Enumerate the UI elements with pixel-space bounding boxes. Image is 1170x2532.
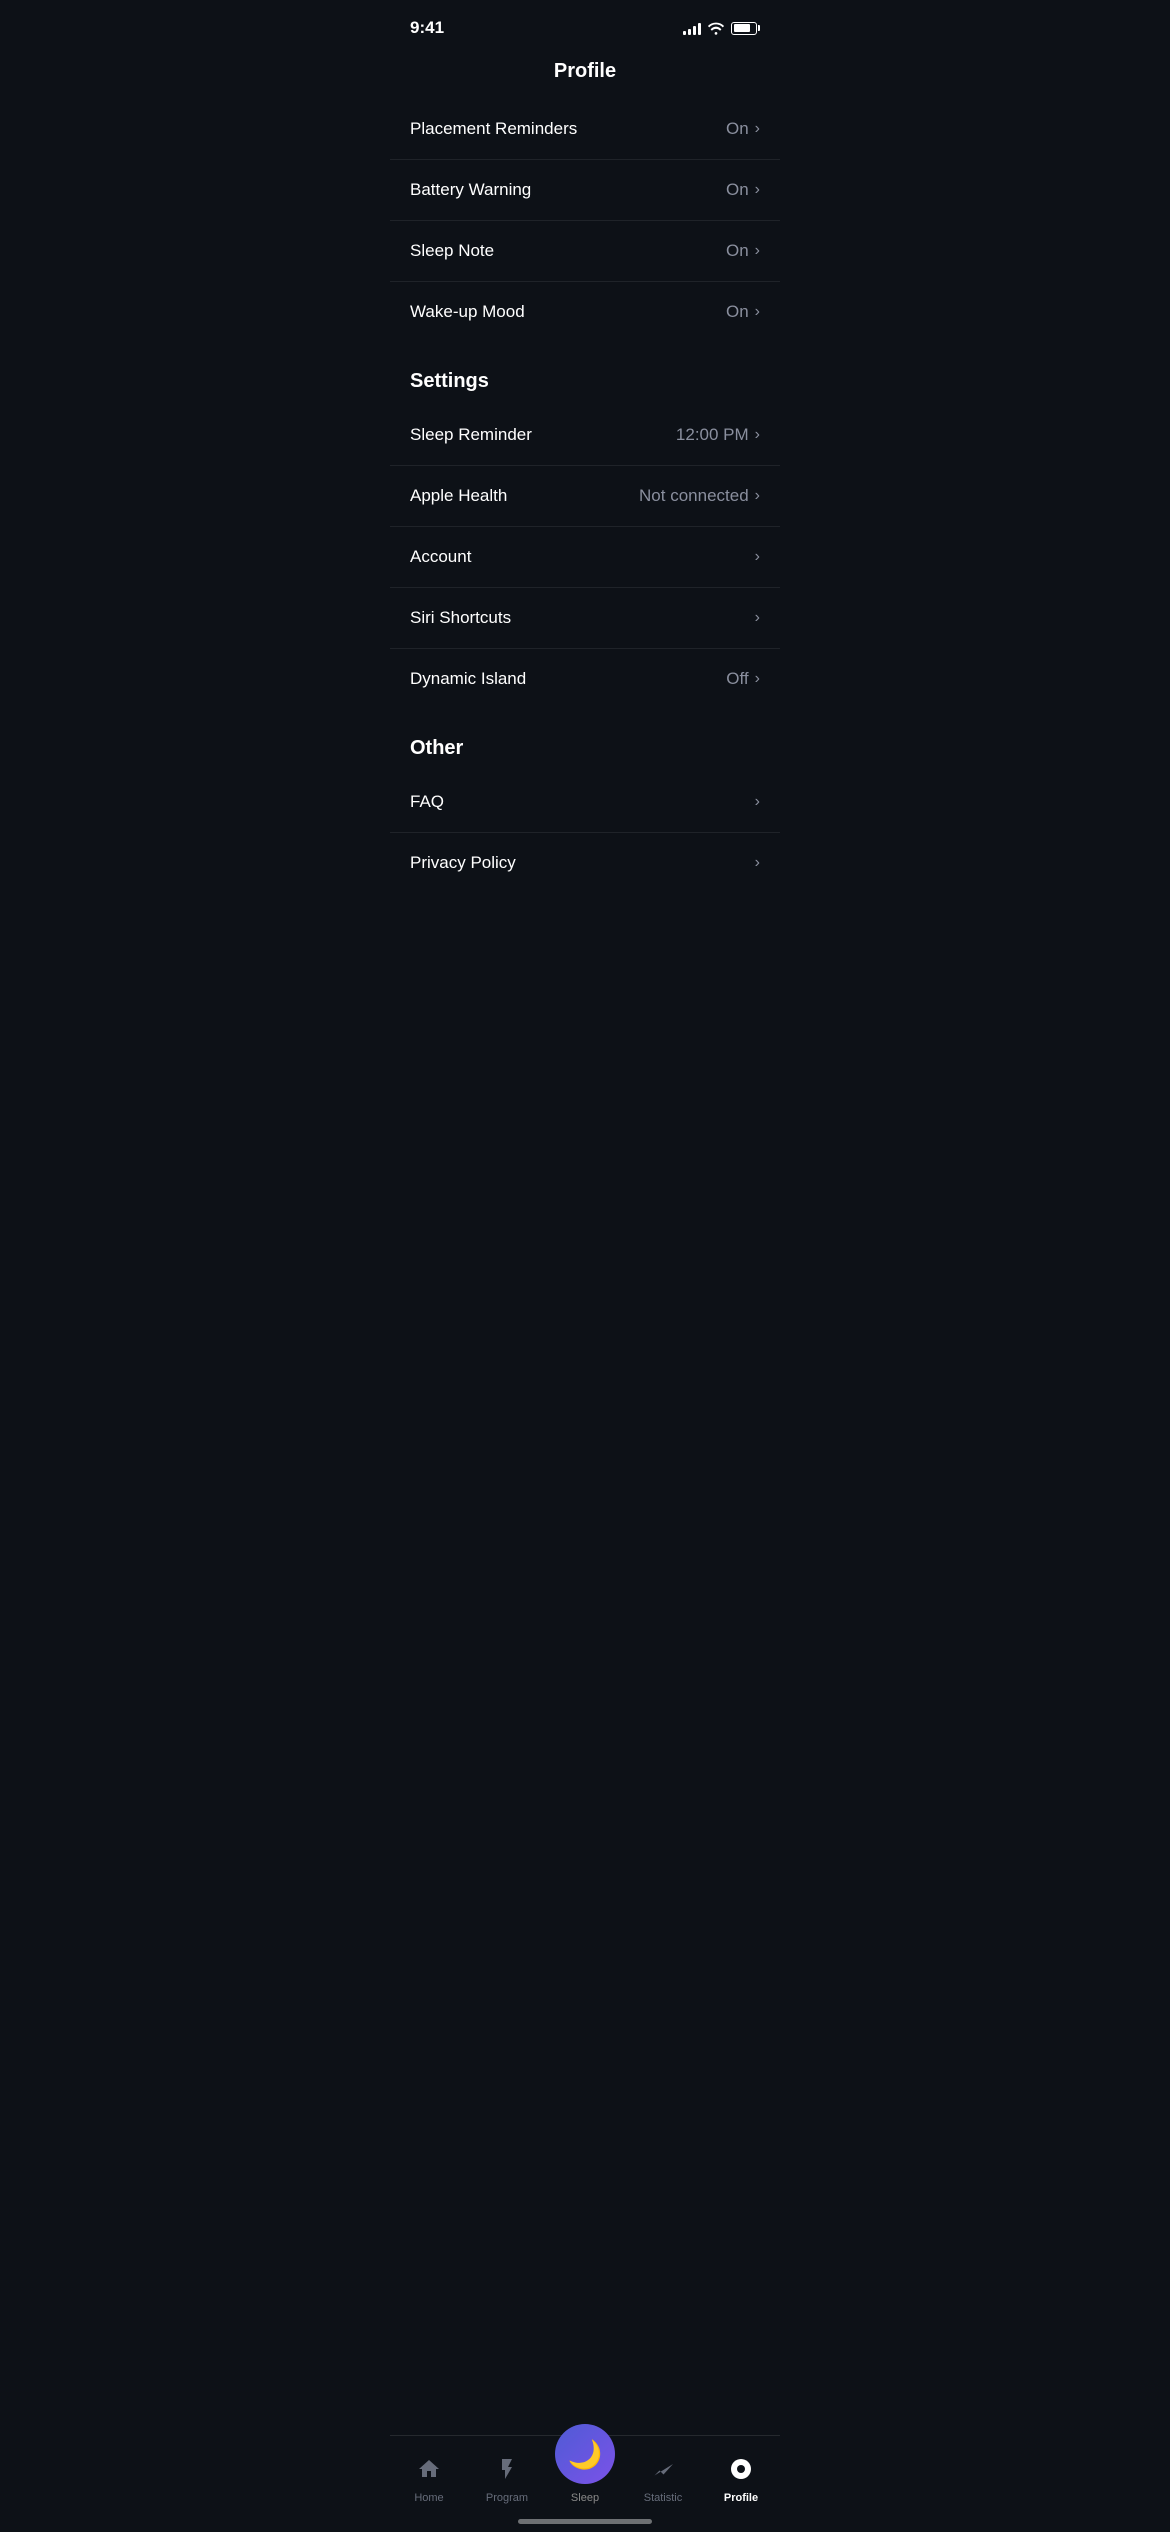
settings-header-text: Settings [410, 370, 489, 392]
dynamic-island-status: Off [726, 669, 748, 689]
dynamic-island-label: Dynamic Island [410, 669, 526, 689]
tab-statistic-label: Statistic [644, 2492, 683, 2504]
signal-bar-3 [693, 26, 696, 35]
apple-health-value: Not connected › [639, 486, 760, 506]
tab-sleep[interactable]: 🌙 Sleep [546, 2424, 624, 2504]
sleep-reminder-item[interactable]: Sleep Reminder 12:00 PM › [390, 405, 780, 466]
placement-reminders-value: On › [726, 119, 760, 139]
signal-bar-1 [683, 31, 686, 35]
privacy-policy-value: › [755, 854, 760, 872]
placement-reminders-item[interactable]: Placement Reminders On › [390, 99, 780, 160]
battery-icon [731, 22, 760, 35]
faq-chevron-icon: › [755, 793, 760, 811]
sleep-moon-icon: 🌙 [568, 2438, 603, 2471]
home-icon [417, 2457, 441, 2488]
battery-warning-label: Battery Warning [410, 180, 531, 200]
wakeup-mood-value: On › [726, 302, 760, 322]
status-icons [683, 21, 760, 35]
tab-profile-label: Profile [724, 2492, 758, 2504]
wakeup-mood-chevron-icon: › [755, 303, 760, 321]
sleep-note-value: On › [726, 241, 760, 261]
privacy-policy-label: Privacy Policy [410, 853, 516, 873]
home-indicator [518, 2519, 652, 2524]
placement-reminders-label: Placement Reminders [410, 119, 577, 139]
wifi-icon [707, 21, 725, 35]
wakeup-mood-status: On [726, 302, 749, 322]
notification-section: Placement Reminders On › Battery Warning… [390, 99, 780, 342]
sleep-note-chevron-icon: › [755, 242, 760, 260]
privacy-policy-chevron-icon: › [755, 854, 760, 872]
tab-home-label: Home [414, 2492, 443, 2504]
placement-reminders-chevron-icon: › [755, 120, 760, 138]
siri-shortcuts-chevron-icon: › [755, 609, 760, 627]
apple-health-chevron-icon: › [755, 487, 760, 505]
sleep-reminder-chevron-icon: › [755, 426, 760, 444]
faq-label: FAQ [410, 792, 444, 812]
sleep-reminder-value: 12:00 PM › [676, 425, 760, 445]
sleep-reminder-label: Sleep Reminder [410, 425, 532, 445]
sleep-note-label: Sleep Note [410, 241, 494, 261]
faq-value: › [755, 793, 760, 811]
faq-item[interactable]: FAQ › [390, 772, 780, 833]
status-bar: 9:41 [390, 0, 780, 50]
apple-health-label: Apple Health [410, 486, 507, 506]
profile-icon [729, 2457, 753, 2488]
privacy-policy-item[interactable]: Privacy Policy › [390, 833, 780, 893]
tab-program[interactable]: Program [468, 2457, 546, 2504]
battery-fill [734, 24, 751, 32]
tab-profile[interactable]: Profile [702, 2457, 780, 2504]
battery-warning-value: On › [726, 180, 760, 200]
statistic-icon [651, 2457, 675, 2488]
dynamic-island-item[interactable]: Dynamic Island Off › [390, 649, 780, 709]
account-value: › [755, 548, 760, 566]
battery-warning-status: On [726, 180, 749, 200]
content-scroll: Placement Reminders On › Battery Warning… [390, 99, 780, 993]
other-section-header: Other [390, 709, 780, 772]
apple-health-status: Not connected [639, 486, 749, 506]
tab-bar: Home Program 🌙 Sleep Statistic Profile [390, 2435, 780, 2532]
program-icon [495, 2457, 519, 2488]
dynamic-island-value: Off › [726, 669, 760, 689]
tab-program-label: Program [486, 2492, 528, 2504]
battery-tip [758, 25, 760, 31]
settings-section-header: Settings [390, 342, 780, 405]
placement-reminders-status: On [726, 119, 749, 139]
tab-home[interactable]: Home [390, 2457, 468, 2504]
wakeup-mood-item[interactable]: Wake-up Mood On › [390, 282, 780, 342]
sleep-reminder-time: 12:00 PM [676, 425, 749, 445]
sleep-tab-button[interactable]: 🌙 [555, 2424, 615, 2484]
battery-body [731, 22, 757, 35]
page-title: Profile [390, 50, 780, 99]
battery-warning-chevron-icon: › [755, 181, 760, 199]
dynamic-island-chevron-icon: › [755, 670, 760, 688]
tab-sleep-label: Sleep [571, 2492, 599, 2504]
settings-section: Settings Sleep Reminder 12:00 PM › Apple… [390, 342, 780, 709]
wakeup-mood-label: Wake-up Mood [410, 302, 525, 322]
other-section: Other FAQ › Privacy Policy › [390, 709, 780, 893]
tab-statistic[interactable]: Statistic [624, 2457, 702, 2504]
account-item[interactable]: Account › [390, 527, 780, 588]
battery-warning-item[interactable]: Battery Warning On › [390, 160, 780, 221]
sleep-note-status: On [726, 241, 749, 261]
signal-bars-icon [683, 21, 701, 35]
sleep-note-item[interactable]: Sleep Note On › [390, 221, 780, 282]
siri-shortcuts-value: › [755, 609, 760, 627]
apple-health-item[interactable]: Apple Health Not connected › [390, 466, 780, 527]
other-header-text: Other [410, 737, 463, 759]
siri-shortcuts-label: Siri Shortcuts [410, 608, 511, 628]
signal-bar-4 [698, 23, 701, 35]
signal-bar-2 [688, 29, 691, 35]
account-label: Account [410, 547, 471, 567]
status-time: 9:41 [410, 18, 444, 38]
siri-shortcuts-item[interactable]: Siri Shortcuts › [390, 588, 780, 649]
account-chevron-icon: › [755, 548, 760, 566]
